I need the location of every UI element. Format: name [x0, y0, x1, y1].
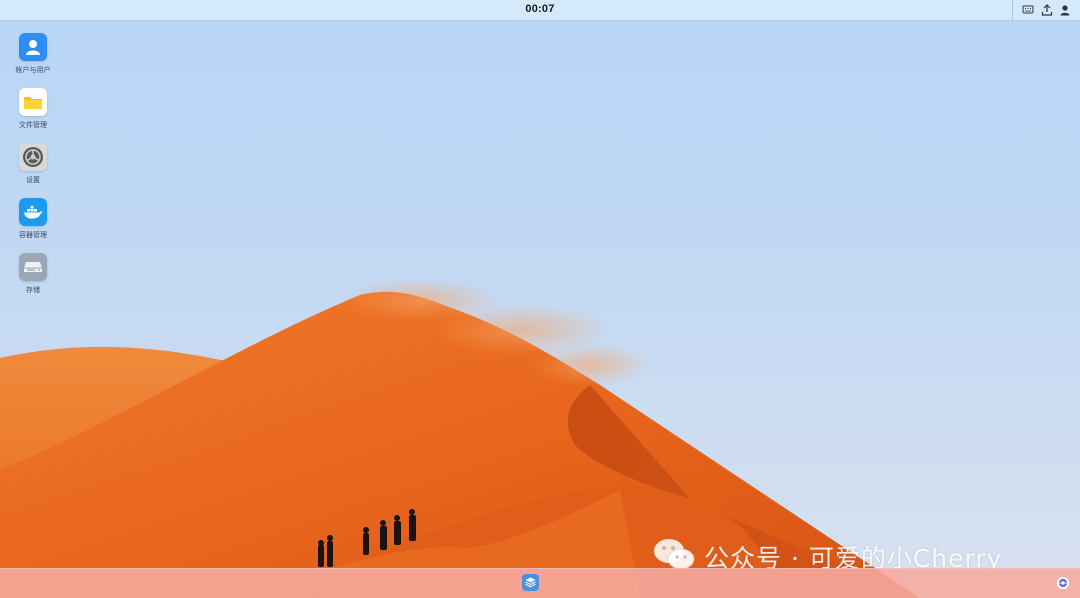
desktop-icon-files[interactable]: 文件管理	[8, 88, 58, 143]
desktop-icon-label: 文件管理	[19, 121, 47, 129]
desktop-icon-label: 帐户与用户	[15, 66, 51, 74]
top-bar: 00:07	[0, 0, 1080, 21]
docker-whale-icon	[19, 198, 47, 226]
keyboard-icon[interactable]	[1021, 3, 1035, 17]
desktop-icon-storage[interactable]: 存储	[8, 253, 58, 308]
browser-globe-icon[interactable]	[1056, 576, 1070, 590]
desktop-icon-settings[interactable]: 设置	[8, 143, 58, 198]
upload-icon[interactable]	[1040, 3, 1054, 17]
app-launcher-icon[interactable]	[522, 574, 539, 591]
desktop-icon-label: 设置	[26, 176, 40, 184]
settings-gear-icon	[19, 143, 47, 171]
dock	[0, 568, 1080, 598]
storage-drive-icon	[19, 253, 47, 281]
folder-icon	[19, 88, 47, 116]
desktop-icon-column: 帐户与用户 文件管理 设置 容器管理 存储	[8, 33, 58, 308]
desktop-icon-label: 容器管理	[19, 231, 47, 239]
system-tray	[1012, 0, 1080, 20]
desktop: 00:07 帐户与用户 文件管理 设置 容器管理 存储 公众号 · 可爱的小Ch…	[0, 0, 1080, 598]
user-account-icon	[19, 33, 47, 61]
desktop-icon-label: 存储	[26, 286, 40, 294]
desktop-icon-accounts[interactable]: 帐户与用户	[8, 33, 58, 88]
wallpaper-image	[0, 0, 1080, 598]
clock: 00:07	[525, 3, 555, 15]
user-icon[interactable]	[1058, 3, 1072, 17]
desktop-icon-containers[interactable]: 容器管理	[8, 198, 58, 253]
